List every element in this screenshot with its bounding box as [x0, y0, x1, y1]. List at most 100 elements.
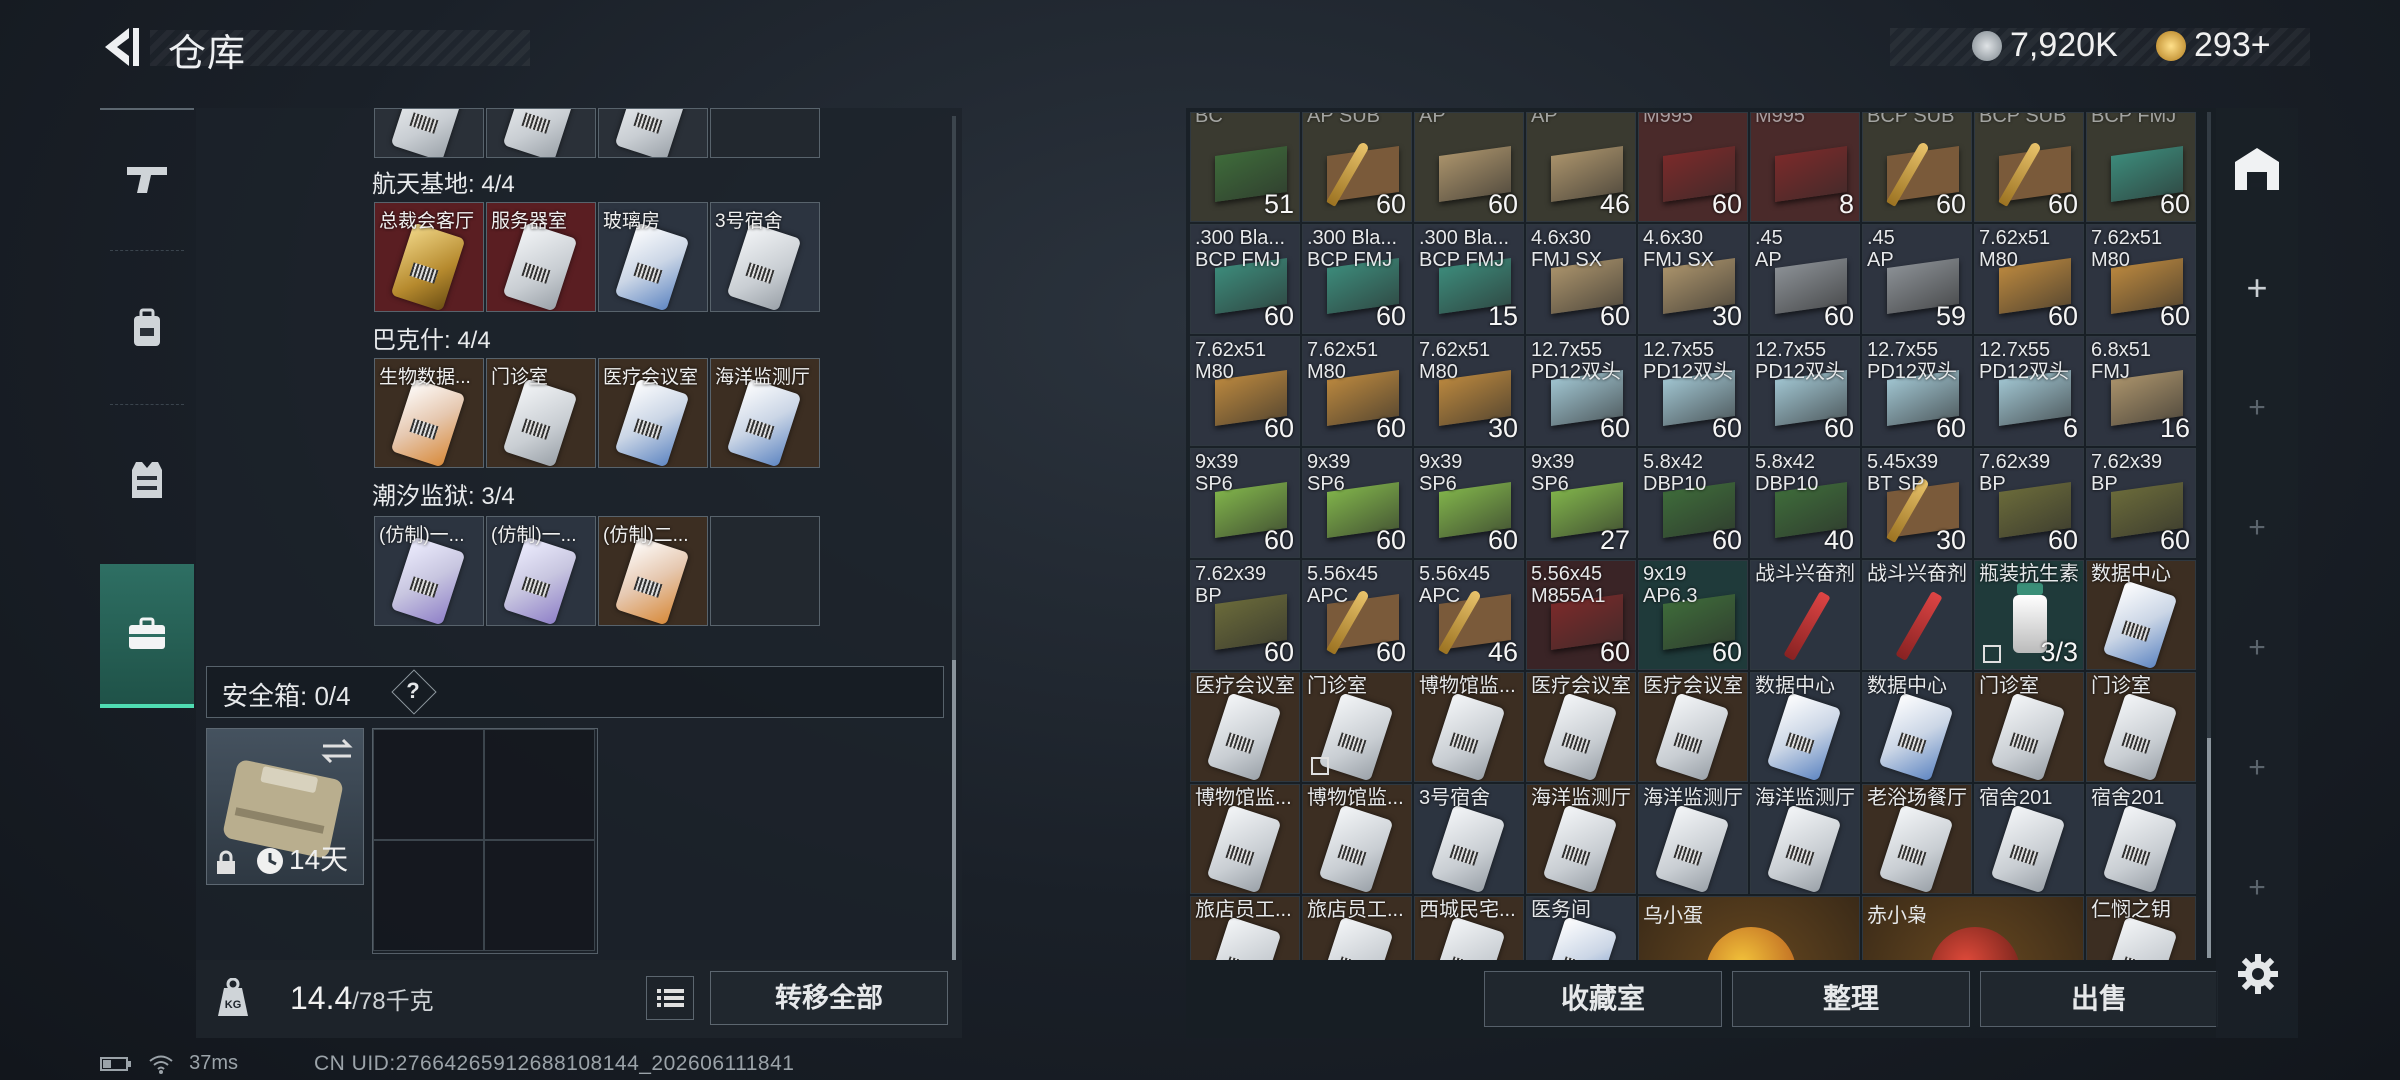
stash-item[interactable]: 4.6x30 FMJ SX 60 [1526, 224, 1636, 334]
safebox-slot[interactable] [373, 729, 484, 840]
stash-item[interactable]: M995 8 [1750, 112, 1860, 222]
stash-item[interactable]: 数据中心 [1750, 672, 1860, 782]
stash-item[interactable]: 7.62x39 BP 60 [1190, 560, 1300, 670]
warehouse-tab[interactable] [2216, 108, 2298, 228]
stash-item[interactable]: 7.62x51 M80 60 [1190, 336, 1300, 446]
keycard-slot-partial[interactable] [710, 108, 820, 158]
collection-room-button[interactable]: 收藏室 [1484, 971, 1722, 1027]
stash-item[interactable]: 3号宿舍 [1414, 784, 1524, 894]
sell-button[interactable]: 出售 [1980, 971, 2218, 1027]
stash-item[interactable]: 12.7x55 PD12双头 60 [1638, 336, 1748, 446]
keycard-slot[interactable]: 门诊室 [486, 358, 596, 468]
gear-icon[interactable] [2236, 952, 2280, 996]
add-tab-button[interactable]: + [2216, 828, 2298, 948]
stash-item[interactable]: 旅店员工... [1190, 896, 1300, 960]
keycard-slot[interactable]: 3号宿舍 [710, 202, 820, 312]
stash-item[interactable]: .300 Bla... BCP FMJ 60 [1190, 224, 1300, 334]
stash-item[interactable]: 海洋监测厅 [1750, 784, 1860, 894]
stash-item[interactable]: 4.6x30 FMJ SX 30 [1638, 224, 1748, 334]
keycard-slot[interactable]: (仿制)一... [374, 516, 484, 626]
stash-item[interactable]: 7.62x51 M80 60 [1302, 336, 1412, 446]
safebox-slot[interactable] [484, 729, 595, 840]
keycard-slot[interactable]: 玻璃房 [598, 202, 708, 312]
left-scroll-thumb[interactable] [952, 660, 956, 960]
keycard-slot[interactable]: (仿制)一... [486, 516, 596, 626]
stash-item[interactable]: 数据中心 [1862, 672, 1972, 782]
organize-button[interactable]: 整理 [1732, 971, 1970, 1027]
stash-item[interactable]: .45 AP 60 [1750, 224, 1860, 334]
help-icon[interactable]: ? [398, 676, 428, 706]
stash-item[interactable]: 5.45x39 BT SP 30 [1862, 448, 1972, 558]
stash-item[interactable]: .300 Bla... BCP FMJ 60 [1302, 224, 1412, 334]
stash-item[interactable]: 门诊室 [2086, 672, 2196, 782]
safe-case-item[interactable]: 14天 [206, 728, 364, 885]
stash-item[interactable]: 西城民宅... [1414, 896, 1524, 960]
stash-item[interactable]: 5.8x42 DBP10 40 [1750, 448, 1860, 558]
stash-item[interactable]: BCP SUB 60 [1862, 112, 1972, 222]
stash-item[interactable]: 5.8x42 DBP10 60 [1638, 448, 1748, 558]
stash-item[interactable]: 医疗会议室 [1190, 672, 1300, 782]
add-tab-button[interactable]: + [2216, 588, 2298, 708]
keycard-slot[interactable]: 海洋监测厅 [710, 358, 820, 468]
back-arrow-icon[interactable] [95, 22, 145, 72]
stash-item[interactable]: 9x39 SP6 60 [1190, 448, 1300, 558]
stash-item[interactable]: 数据中心 [2086, 560, 2196, 670]
stash-item[interactable]: BCP SUB 60 [1974, 112, 2084, 222]
stash-item[interactable]: .45 AP 59 [1862, 224, 1972, 334]
keycard-slot-partial[interactable] [486, 108, 596, 158]
stash-item[interactable]: 战斗兴奋剂 [1750, 560, 1860, 670]
keycard-slot-empty[interactable] [710, 516, 820, 626]
keycard-slot-partial[interactable] [598, 108, 708, 158]
stash-item[interactable]: 12.7x55 PD12双头 60 [1750, 336, 1860, 446]
stash-item[interactable]: 旅店员工... [1302, 896, 1412, 960]
stash-item[interactable]: 9x39 SP6 60 [1302, 448, 1412, 558]
stash-item[interactable]: 9x19 AP6.3 60 [1638, 560, 1748, 670]
stash-item[interactable]: 仁悯之钥 [2086, 896, 2196, 960]
stash-item[interactable]: 海洋监测厅 [1638, 784, 1748, 894]
stash-item[interactable]: 博物馆监... [1302, 784, 1412, 894]
add-tab-button[interactable]: + [2216, 468, 2298, 588]
stash-item[interactable]: 9x39 SP6 60 [1414, 448, 1524, 558]
stash-item[interactable]: 瓶装抗生素 3/3 [1974, 560, 2084, 670]
currency-gold[interactable]: 293+ [2156, 26, 2271, 65]
stash-item[interactable]: BCP FMJ 60 [2086, 112, 2196, 222]
stash-item[interactable]: 战斗兴奋剂 [1862, 560, 1972, 670]
stash-item[interactable]: 老浴场餐厅 [1862, 784, 1972, 894]
stash-item[interactable]: BC 51 [1190, 112, 1300, 222]
nav-vest[interactable] [100, 410, 194, 550]
nav-backpack[interactable] [100, 258, 194, 398]
add-tab-button[interactable]: + [2216, 348, 2298, 468]
stash-item[interactable]: 7.62x51 M80 60 [2086, 224, 2196, 334]
stash-item[interactable]: 7.62x51 M80 60 [1974, 224, 2084, 334]
stash-item[interactable]: 博物馆监... [1190, 784, 1300, 894]
right-scroll-thumb[interactable] [2207, 738, 2211, 958]
keycard-slot[interactable]: 总裁会客厅 [374, 202, 484, 312]
stash-item[interactable]: 6.8x51 FMJ 16 [2086, 336, 2196, 446]
safebox-slot[interactable] [373, 840, 484, 951]
keycard-slot[interactable]: (仿制)二... [598, 516, 708, 626]
stash-item[interactable]: 7.62x51 M80 30 [1414, 336, 1524, 446]
stash-item[interactable]: 7.62x39 BP 60 [1974, 448, 2084, 558]
swap-icon[interactable] [319, 737, 355, 765]
stash-item[interactable]: 宿舍201 [2086, 784, 2196, 894]
stash-item[interactable]: 5.56x45 APC 60 [1302, 560, 1412, 670]
stash-item[interactable]: AP 46 [1526, 112, 1636, 222]
keycard-slot[interactable]: 服务器室 [486, 202, 596, 312]
stash-item[interactable]: M995 60 [1638, 112, 1748, 222]
stash-item[interactable]: AP SUB 60 [1302, 112, 1412, 222]
stash-item[interactable]: .300 Bla... BCP FMJ 15 [1414, 224, 1524, 334]
stash-item[interactable]: 医疗会议室 [1526, 672, 1636, 782]
stash-item[interactable]: 门诊室 [1974, 672, 2084, 782]
stash-item[interactable]: 医疗会议室 [1638, 672, 1748, 782]
stash-item[interactable]: 5.56x45 M855A1 60 [1526, 560, 1636, 670]
stash-item[interactable]: 门诊室 [1302, 672, 1412, 782]
collectible-item[interactable]: 乌小蛋 [1638, 896, 1860, 960]
keycard-slot[interactable]: 生物数据... [374, 358, 484, 468]
stash-item[interactable]: 12.7x55 PD12双头 60 [1862, 336, 1972, 446]
keycard-slot-partial[interactable] [374, 108, 484, 158]
safebox-slot[interactable] [484, 840, 595, 951]
nav-briefcase[interactable] [100, 564, 194, 708]
keycard-slot[interactable]: 医疗会议室 [598, 358, 708, 468]
stash-item[interactable]: 12.7x55 PD12双头 60 [1526, 336, 1636, 446]
add-tab-button[interactable]: + [2216, 228, 2298, 348]
